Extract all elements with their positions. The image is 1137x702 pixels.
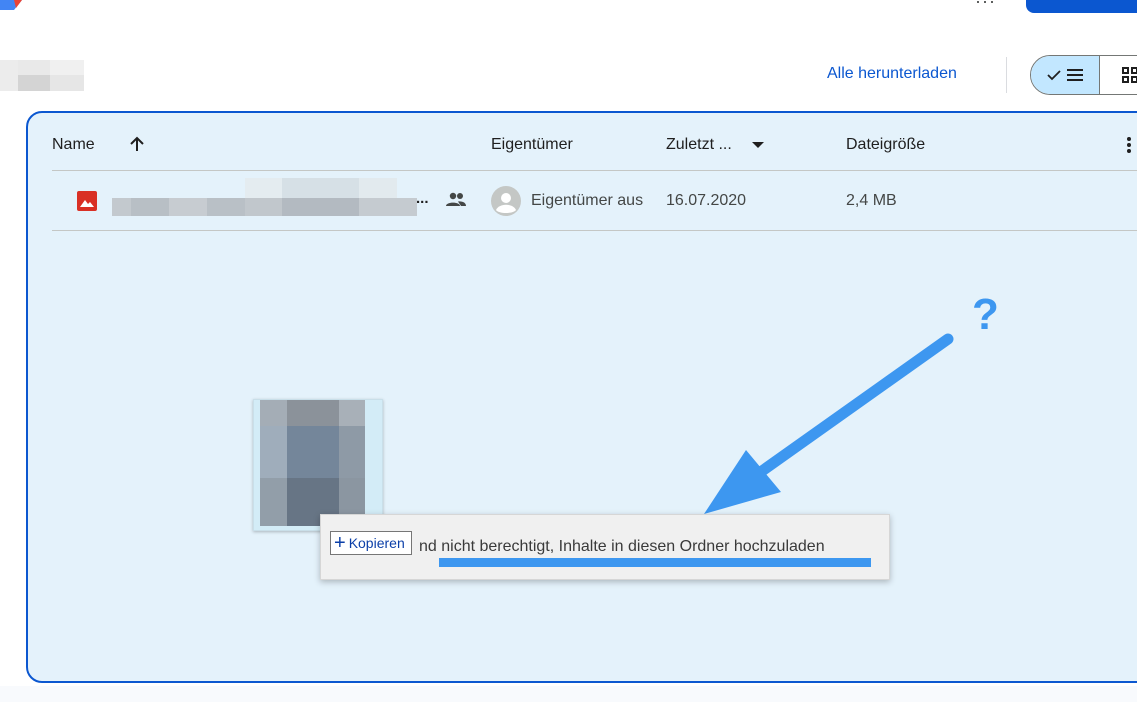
drag-tooltip-text: nd nicht berechtigt, Inhalte in diesen O… <box>419 538 825 555</box>
annotation-question-mark: ? <box>972 290 999 339</box>
annotation-underline <box>439 558 871 567</box>
copy-badge: + Kopieren <box>330 531 412 555</box>
plus-icon: + <box>334 532 346 554</box>
copy-label: Kopieren <box>348 535 405 551</box>
drag-ghost-thumbnail <box>253 399 383 531</box>
bottom-strip <box>0 686 1137 702</box>
annotation-arrow <box>704 333 954 514</box>
